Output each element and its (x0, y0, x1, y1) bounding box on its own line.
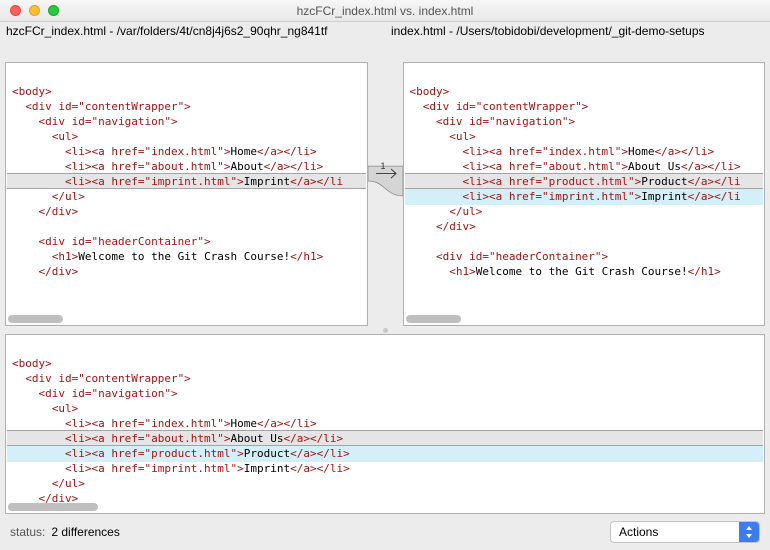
code-line: <div id="navigation"> (12, 387, 178, 400)
code-line: <ul> (12, 130, 78, 143)
code-line: <ul> (12, 402, 78, 415)
left-code[interactable]: <body> <div id="contentWrapper"> <div id… (6, 63, 367, 294)
status-text: 2 differences (51, 525, 120, 539)
code-line: <li><a href="about.html"> (12, 432, 231, 445)
code-line: <li><a href="index.html"> (12, 417, 231, 430)
code-line: <li><a href="about.html"> (12, 160, 231, 173)
code-line: </ul> (12, 190, 85, 203)
code-line: </ul> (12, 477, 85, 490)
pane-splitter[interactable] (0, 326, 770, 334)
code-line: <h1> (12, 250, 78, 263)
diff-area: <body> <div id="contentWrapper"> <div id… (0, 42, 770, 326)
code-line: <ul> (410, 130, 476, 143)
code-line: <li><a href="imprint.html"> (410, 190, 642, 203)
code-line: <li><a href="about.html"> (410, 160, 629, 173)
code-line: <div id="headerContainer"> (12, 235, 211, 248)
maximize-icon[interactable] (48, 5, 59, 16)
diff-count-badge: 1 (381, 161, 386, 171)
code-line: <li><a href="imprint.html"> (12, 462, 244, 475)
code-line: <div id="navigation"> (12, 115, 178, 128)
code-line: <body> (12, 357, 52, 370)
code-line: <div id="contentWrapper"> (410, 100, 589, 113)
diff-connector-icon (368, 62, 403, 326)
merged-code[interactable]: <body> <div id="contentWrapper"> <div id… (6, 335, 764, 514)
code-line: <body> (12, 85, 52, 98)
minimize-icon[interactable] (29, 5, 40, 16)
close-icon[interactable] (10, 5, 21, 16)
horizontal-scrollbar[interactable] (406, 315, 461, 323)
statusbar: status: 2 differences Actions (0, 514, 770, 550)
code-line: <body> (410, 85, 450, 98)
code-line: </div> (410, 220, 476, 233)
code-line: <li><a href="index.html"> (410, 145, 629, 158)
file-path-bar: hzcFCr_index.html - /var/folders/4t/cn8j… (0, 22, 770, 42)
right-code[interactable]: <body> <div id="contentWrapper"> <div id… (404, 63, 765, 294)
code-line: </div> (12, 205, 78, 218)
code-line: <li><a href="product.html"> (12, 447, 244, 460)
status-label: status: (10, 525, 45, 539)
window-controls (0, 5, 59, 16)
code-line: <div id="navigation"> (410, 115, 576, 128)
window-title: hzcFCr_index.html vs. index.html (0, 4, 770, 18)
code-line: <li><a href="imprint.html"> (12, 175, 244, 188)
code-line: <li><a href="product.html"> (410, 175, 642, 188)
code-line: <li><a href="index.html"> (12, 145, 231, 158)
drag-handle-icon (383, 328, 388, 333)
diff-gutter: 1 (368, 62, 403, 326)
actions-dropdown[interactable]: Actions (610, 521, 760, 543)
code-line: </div> (12, 492, 78, 505)
horizontal-scrollbar[interactable] (8, 315, 63, 323)
merged-diff-panel[interactable]: <body> <div id="contentWrapper"> <div id… (5, 334, 765, 514)
code-line: </ul> (410, 205, 483, 218)
titlebar: hzcFCr_index.html vs. index.html (0, 0, 770, 22)
code-line: <div id="contentWrapper"> (12, 100, 191, 113)
code-line: </div> (12, 265, 78, 278)
chevron-updown-icon (739, 522, 759, 542)
right-file-path: index.html - /Users/tobidobi/development… (385, 22, 770, 42)
actions-dropdown-label: Actions (619, 525, 658, 539)
right-diff-panel[interactable]: <body> <div id="contentWrapper"> <div id… (403, 62, 766, 326)
code-line: <h1> (410, 265, 476, 278)
code-line: <div id="contentWrapper"> (12, 372, 191, 385)
left-diff-panel[interactable]: <body> <div id="contentWrapper"> <div id… (5, 62, 368, 326)
left-file-path: hzcFCr_index.html - /var/folders/4t/cn8j… (0, 22, 385, 42)
code-line: <div id="headerContainer"> (410, 250, 609, 263)
